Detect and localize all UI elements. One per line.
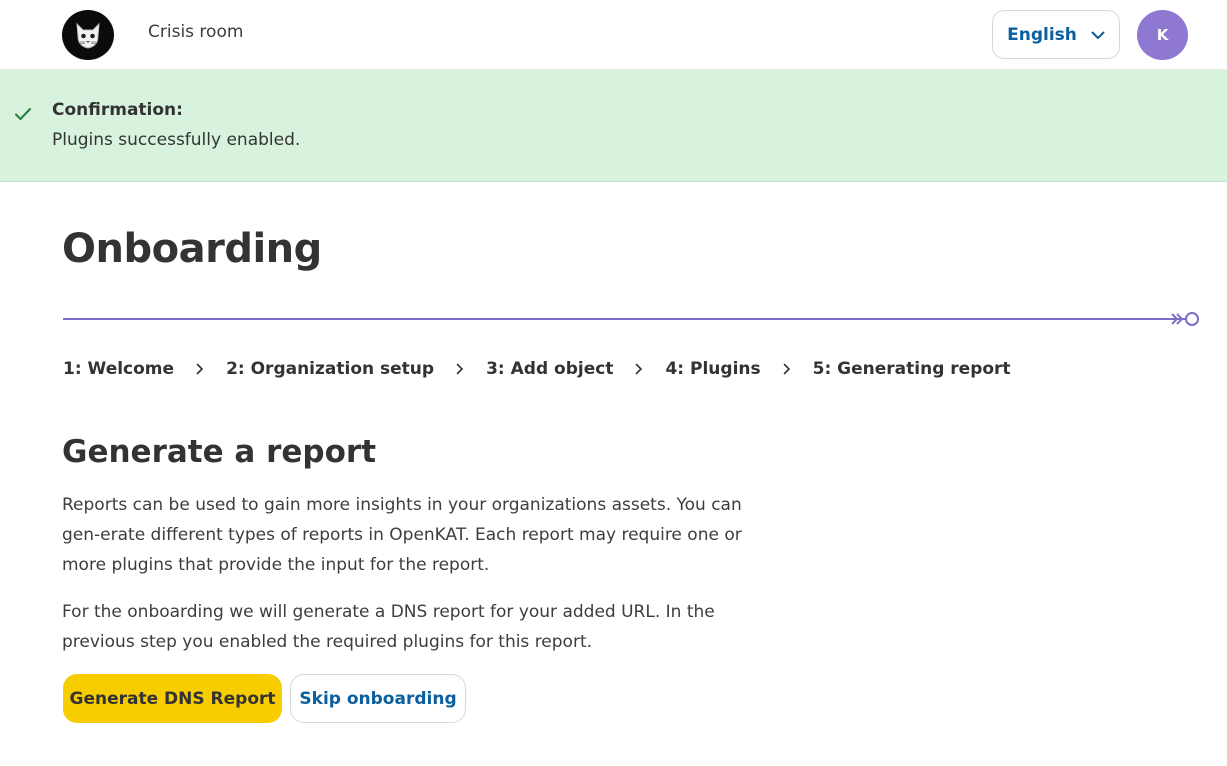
step-generating-report[interactable]: 5: Generating report [813, 359, 1011, 379]
checkmark-icon [14, 106, 32, 125]
section-title: Generate a report [62, 434, 377, 470]
onboarding-steps: 1: Welcome 2: Organization setup 3: Add … [63, 359, 1011, 379]
step-organization-setup[interactable]: 2: Organization setup [226, 359, 434, 379]
intro-paragraph: Reports can be used to gain more insight… [62, 495, 742, 575]
dns-paragraph: For the onboarding we will generate a DN… [62, 602, 715, 652]
chevron-right-icon [783, 363, 791, 375]
cat-logo-icon[interactable] [62, 10, 114, 60]
chevron-down-icon [1091, 25, 1105, 45]
chevron-right-icon [635, 363, 643, 375]
language-select[interactable]: English [992, 10, 1120, 59]
progress-bar [63, 318, 1181, 320]
step-plugins[interactable]: 4: Plugins [665, 359, 760, 379]
confirmation-banner: Confirmation: Plugins successfully enabl… [0, 70, 1227, 182]
skip-onboarding-button[interactable]: Skip onboarding [290, 674, 466, 723]
banner-title: Confirmation: [52, 100, 183, 120]
chevron-right-icon [196, 363, 204, 375]
user-avatar[interactable]: K [1137, 10, 1188, 60]
language-label: English [1007, 24, 1077, 45]
banner-message: Plugins successfully enabled. [52, 130, 301, 150]
page-title: Onboarding [62, 226, 322, 272]
step-welcome[interactable]: 1: Welcome [63, 359, 174, 379]
progress-arrow-icon [1170, 311, 1202, 331]
step-add-object[interactable]: 3: Add object [486, 359, 613, 379]
generate-dns-report-button[interactable]: Generate DNS Report [63, 674, 282, 723]
nav-link-crisis-room[interactable]: Crisis room [148, 22, 243, 42]
top-header: Crisis room English K [0, 0, 1227, 70]
chevron-right-icon [456, 363, 464, 375]
